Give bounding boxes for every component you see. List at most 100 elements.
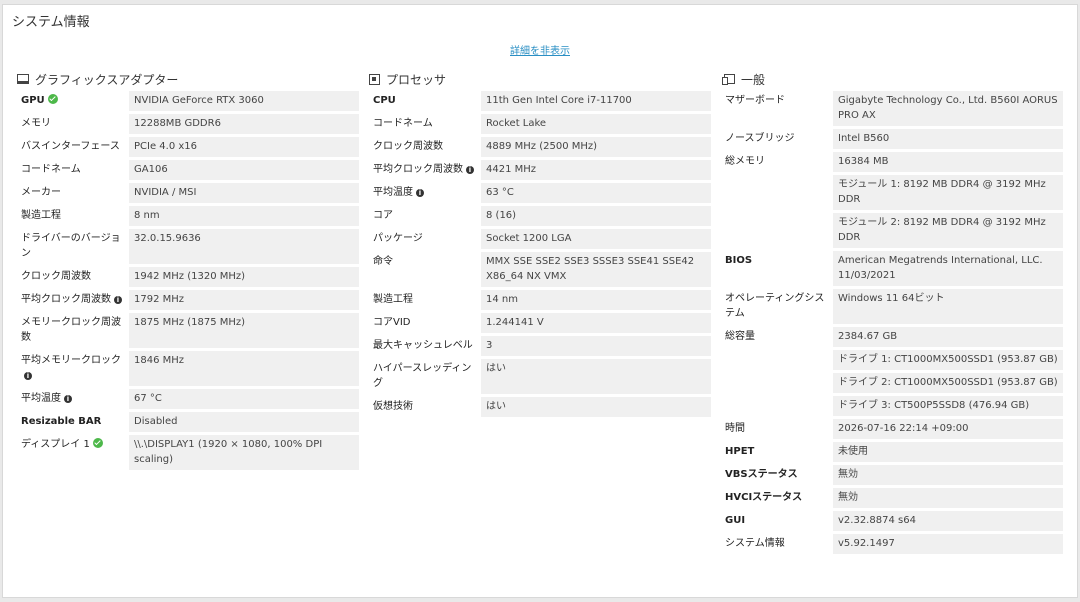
- general-row-label-text: 総容量: [725, 331, 755, 342]
- info-icon[interactable]: i: [466, 166, 474, 174]
- gpu-row-value: 1942 MHz (1320 MHz): [129, 267, 359, 287]
- general-row-label: マザーボード: [721, 91, 833, 126]
- gpu-row-label: メモリークロック周波数: [17, 313, 129, 348]
- info-icon[interactable]: i: [114, 296, 122, 304]
- general-info-row: VBSステータス 無効: [721, 465, 1063, 485]
- gpu-row-value: NVIDIA / MSI: [129, 183, 359, 203]
- general-row-label-text: ノースブリッジ: [725, 133, 795, 144]
- gpu-row-label: 平均クロック周波数 i: [17, 290, 129, 310]
- window-icon: [722, 74, 735, 85]
- general-info-row: オペレーティングシステム Windows 11 64ビット: [721, 289, 1063, 324]
- cpu-info-row: コードネーム Rocket Lake: [369, 114, 711, 134]
- general-title: 一般: [741, 72, 766, 87]
- cpu-row-value: はい: [481, 397, 711, 417]
- general-row-value: 未使用: [833, 442, 1063, 462]
- general-row-value: 2384.67 GB: [833, 327, 1063, 347]
- general-row-label: [721, 213, 833, 248]
- gpu-row-label: メーカー: [17, 183, 129, 203]
- general-row-label-text: 総メモリ: [725, 156, 765, 167]
- cpu-row-label: コードネーム: [369, 114, 481, 134]
- cpu-info-row: コア 8 (16): [369, 206, 711, 226]
- gpu-row-value: 8 nm: [129, 206, 359, 226]
- gpu-info-row: 平均メモリークロック i 1846 MHz: [17, 351, 359, 386]
- gpu-info-row: メモリ 12288MB GDDR6: [17, 114, 359, 134]
- gpu-row-value: 32.0.15.9636: [129, 229, 359, 264]
- gpu-info-row: メーカー NVIDIA / MSI: [17, 183, 359, 203]
- gpu-row-value: 1792 MHz: [129, 290, 359, 310]
- general-row-label: [721, 373, 833, 393]
- general-info-row: ノースブリッジ Intel B560: [721, 129, 1063, 149]
- cpu-row-label: クロック周波数: [369, 137, 481, 157]
- gpu-row-label-text: ディスプレイ 1: [21, 439, 90, 450]
- info-icon[interactable]: i: [64, 395, 72, 403]
- general-section: 一般 マザーボード Gigabyte Technology Co., Ltd. B…: [721, 69, 1063, 557]
- gpu-info-row: ディスプレイ 1 \\.\DISPLAY1 (1920 × 1080, 100% …: [17, 435, 359, 470]
- general-row-label: ノースブリッジ: [721, 129, 833, 149]
- general-info-row: GUI v2.32.8874 s64: [721, 511, 1063, 531]
- monitor-icon: [17, 74, 29, 84]
- gpu-row-label-text: ドライバーのバージョン: [21, 233, 121, 259]
- general-row-label: HPET: [721, 442, 833, 462]
- general-row-value: ドライブ 1: CT1000MX500SSD1 (953.87 GB): [833, 350, 1063, 370]
- gpu-row-label: ドライバーのバージョン: [17, 229, 129, 264]
- general-row-label: [721, 396, 833, 416]
- graphics-adapter-header: グラフィックスアダプター: [17, 69, 359, 89]
- general-info-row: 時間 2026-07-16 22:14 +09:00: [721, 419, 1063, 439]
- cpu-row-label-text: パッケージ: [373, 233, 423, 244]
- general-info-row: 総容量 2384.67 GB: [721, 327, 1063, 347]
- general-row-label-text: オペレーティングシステム: [725, 293, 825, 319]
- gpu-row-label-text: メモリ: [21, 118, 51, 129]
- gpu-row-label: Resizable BAR: [17, 412, 129, 432]
- cpu-info-row: 命令 MMX SSE SSE2 SSE3 SSSE3 SSE41 SSE42 X8…: [369, 252, 711, 287]
- cpu-row-label: パッケージ: [369, 229, 481, 249]
- gpu-row-label: GPU: [17, 91, 129, 111]
- graphics-adapter-title: グラフィックスアダプター: [35, 72, 179, 87]
- gpu-row-label-text: 平均クロック周波数: [21, 294, 111, 305]
- gpu-row-label-text: コードネーム: [21, 164, 81, 175]
- gpu-row-label-text: 平均メモリークロック: [21, 355, 121, 366]
- gpu-row-value: 12288MB GDDR6: [129, 114, 359, 134]
- gpu-row-label: コードネーム: [17, 160, 129, 180]
- processor-section: プロセッサ CPU 11th Gen Intel Core i7-11700 コード…: [369, 69, 711, 420]
- cpu-row-label: 製造工程: [369, 290, 481, 310]
- general-row-label: [721, 175, 833, 210]
- general-row-label-text: 時間: [725, 423, 745, 434]
- gpu-info-row: 製造工程 8 nm: [17, 206, 359, 226]
- gpu-row-value: 67 °C: [129, 389, 359, 409]
- cpu-row-label-text: CPU: [373, 95, 396, 106]
- general-row-value: Gigabyte Technology Co., Ltd. B560I AORU…: [833, 91, 1063, 126]
- cpu-icon: [369, 73, 380, 85]
- general-info-row: モジュール 1: 8192 MB DDR4 @ 3192 MHz DDR: [721, 175, 1063, 210]
- general-row-value: 無効: [833, 488, 1063, 508]
- general-row-value: v5.92.1497: [833, 534, 1063, 554]
- general-row-label-text: VBSステータス: [725, 469, 798, 480]
- cpu-row-label-text: クロック周波数: [373, 141, 443, 152]
- gpu-row-label: 平均温度 i: [17, 389, 129, 409]
- system-info-panel: システム情報 詳細を非表示 グラフィックスアダプター GPU NVIDIA GeF…: [2, 4, 1078, 598]
- gpu-info-row: バスインターフェース PCIe 4.0 x16: [17, 137, 359, 157]
- gpu-row-label-text: 平均温度: [21, 393, 61, 404]
- general-row-value: v2.32.8874 s64: [833, 511, 1063, 531]
- gpu-row-label: 製造工程: [17, 206, 129, 226]
- general-row-label: 総メモリ: [721, 152, 833, 172]
- hide-details-link[interactable]: 詳細を非表示: [3, 42, 1077, 57]
- cpu-row-label-text: 仮想技術: [373, 401, 413, 412]
- info-icon[interactable]: i: [24, 372, 32, 380]
- cpu-info-row: 最大キャッシュレベル 3: [369, 336, 711, 356]
- info-icon[interactable]: i: [416, 189, 424, 197]
- gpu-row-label-text: Resizable BAR: [21, 416, 102, 427]
- general-row-label-text: システム情報: [725, 538, 785, 549]
- cpu-row-value: 11th Gen Intel Core i7-11700: [481, 91, 711, 111]
- general-row-label: HVCIステータス: [721, 488, 833, 508]
- cpu-row-label: 最大キャッシュレベル: [369, 336, 481, 356]
- gpu-row-label-text: メモリークロック周波数: [21, 317, 121, 343]
- general-rows: マザーボード Gigabyte Technology Co., Ltd. B560…: [721, 91, 1063, 554]
- gpu-row-label: クロック周波数: [17, 267, 129, 287]
- gpu-row-label: バスインターフェース: [17, 137, 129, 157]
- cpu-row-value: 14 nm: [481, 290, 711, 310]
- cpu-row-value: 8 (16): [481, 206, 711, 226]
- processor-header: プロセッサ: [369, 69, 711, 89]
- general-row-label: VBSステータス: [721, 465, 833, 485]
- cpu-row-label: 平均温度 i: [369, 183, 481, 203]
- gpu-info-row: 平均クロック周波数 i 1792 MHz: [17, 290, 359, 310]
